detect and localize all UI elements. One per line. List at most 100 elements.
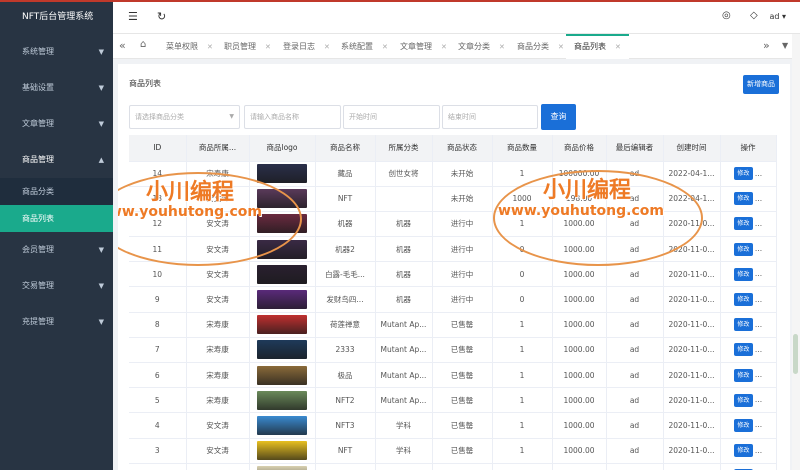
cell-actions: 修改... (720, 337, 777, 364)
add-goods-button[interactable]: 新增商品 (743, 75, 779, 94)
tag-icon[interactable]: ◇ (750, 10, 758, 21)
more-actions[interactable]: ... (755, 320, 762, 329)
sidebar: NFT后台管理系统 系统管理 ▼ 基础设置 ▼ 文章管理 ▼ 商品管理 ▲ 商品… (0, 0, 113, 470)
more-actions[interactable]: ... (755, 194, 762, 203)
cell-name: 荷莲禅意 (315, 312, 376, 338)
table-row: 7 宋寿康 2333 Mutant Ap... 已售罄 1 1000.00 ad 2020-11… (129, 337, 777, 364)
edit-button[interactable]: 修改 (733, 293, 753, 307)
more-actions[interactable]: ... (755, 295, 762, 304)
close-icon[interactable]: ✕ (382, 43, 388, 51)
cell-actions: 修改... (720, 186, 777, 212)
sidebar-item-system[interactable]: 系统管理 ▼ (0, 34, 113, 70)
edit-button[interactable]: 修改 (733, 444, 753, 458)
cell-status: 进行中 (432, 261, 493, 288)
close-icon[interactable]: ✕ (558, 43, 564, 51)
more-actions[interactable]: ... (755, 219, 762, 228)
watermark-title-left: 小川编程 (146, 180, 235, 205)
hamburger-icon[interactable]: ☰ (128, 10, 138, 23)
cell-status: 已售罄 (432, 312, 493, 338)
cell-name: 白露-毛毛... (315, 261, 376, 288)
more-actions[interactable]: ... (755, 345, 762, 354)
sidebar-item-goods[interactable]: 商品管理 ▲ (0, 142, 113, 178)
start-time-input[interactable]: 开始时间 (343, 105, 440, 129)
close-icon[interactable]: ✕ (207, 43, 213, 51)
cell-owner: 宋寿康 (186, 337, 250, 364)
sidebar-item-basic-settings[interactable]: 基础设置 ▼ (0, 70, 113, 106)
more-actions[interactable]: ... (755, 244, 762, 253)
cell-editor: ad (606, 463, 664, 470)
refresh-icon[interactable]: ↻ (157, 10, 166, 23)
tab-goods-list[interactable]: 商品列表 ✕ (566, 34, 629, 59)
edit-button[interactable]: 修改 (733, 217, 753, 231)
close-icon[interactable]: ✕ (265, 43, 271, 51)
col-header-id: ID (129, 135, 187, 162)
tab-login-log[interactable]: 登录日志 ✕ (275, 34, 338, 59)
cell-created: 2020-11-0... (663, 261, 721, 288)
close-icon[interactable]: ✕ (324, 43, 330, 51)
sidebar-item-goods-category[interactable]: 商品分类 (0, 178, 113, 205)
cell-editor: ad (606, 312, 664, 338)
goods-logo-image (257, 441, 307, 461)
sidebar-item-goods-list[interactable]: 商品列表 (0, 205, 113, 232)
edit-button[interactable]: 修改 (733, 167, 753, 181)
edit-button[interactable]: 修改 (733, 242, 753, 256)
cell-actions: 修改... (720, 236, 777, 263)
query-button[interactable]: 查询 (541, 104, 576, 130)
cell-status: 已售罄 (432, 387, 493, 414)
tab-staff[interactable]: 职员管理 ✕ (216, 34, 279, 59)
end-time-input[interactable]: 结束时间 (442, 105, 538, 129)
sidebar-item-members[interactable]: 会员管理 ▼ (0, 232, 113, 268)
cell-logo (249, 261, 316, 288)
user-menu[interactable]: ad ▾ (769, 12, 786, 21)
edit-button[interactable]: 修改 (733, 368, 753, 382)
more-actions[interactable]: ... (755, 420, 762, 429)
goods-logo-image (257, 340, 307, 360)
cell-name: NFT3 (315, 412, 376, 439)
palette-icon[interactable]: ◎ (722, 10, 731, 21)
tab-articles[interactable]: 文章管理 ✕ (392, 34, 455, 59)
sidebar-item-articles[interactable]: 文章管理 ▼ (0, 106, 113, 142)
goods-name-input[interactable]: 请输入商品名称 (244, 105, 341, 129)
tab-article-category[interactable]: 文章分类 ✕ (450, 34, 513, 59)
goods-list-card: 商品列表 新增商品 请选择商品分类 ▼ 请输入商品名称 开始时间 结束时间 查询… (118, 64, 790, 470)
cell-category: 学科 (375, 463, 433, 470)
sidebar-item-trades[interactable]: 交易管理 ▼ (0, 268, 113, 304)
table-row: 6 宋寿康 极品 Mutant Ap... 已售罄 1 1000.00 ad 2020-11-0… (129, 362, 777, 389)
table-row: 4 安文涛 NFT3 学科 已售罄 1 1000.00 ad 2020-11-0... 修改... (129, 412, 777, 439)
edit-button[interactable]: 修改 (733, 318, 753, 332)
cell-category: 创世女将 (375, 161, 433, 187)
more-actions[interactable]: ... (755, 370, 762, 379)
close-icon[interactable]: ✕ (499, 43, 505, 51)
edit-button[interactable]: 修改 (733, 343, 753, 357)
cell-name: NFT (315, 438, 376, 464)
cell-created: 2022-04-1... (663, 161, 721, 187)
edit-button[interactable]: 修改 (733, 192, 753, 206)
chevron-down-icon[interactable]: ▼ (782, 41, 788, 50)
category-select[interactable]: 请选择商品分类 ▼ (129, 105, 240, 129)
watermark-url-left: www.youhutong.com (118, 204, 262, 220)
scroll-left-icon[interactable]: « (119, 39, 126, 52)
scroll-right-icon[interactable]: » (763, 39, 770, 52)
cell-logo (249, 362, 316, 389)
tab-goods-category[interactable]: 商品分类 ✕ (509, 34, 572, 59)
tab-menu-permission[interactable]: 菜单权限 ✕ (158, 34, 221, 59)
sidebar-item-deposit-withdraw[interactable]: 充提管理 ▼ (0, 304, 113, 340)
home-icon[interactable]: ⌂ (140, 39, 146, 50)
tab-system-config[interactable]: 系统配置 ✕ (333, 34, 396, 59)
close-icon[interactable]: ✕ (441, 43, 447, 51)
more-actions[interactable]: ... (755, 269, 762, 278)
col-header-status: 商品状态 (432, 135, 493, 162)
more-actions[interactable]: ... (755, 169, 762, 178)
close-icon[interactable]: ✕ (615, 43, 621, 51)
cell-category: Mutant Ap... (375, 387, 433, 414)
edit-button[interactable]: 修改 (733, 418, 753, 432)
cell-quantity: 0 (492, 261, 553, 288)
edit-button[interactable]: 修改 (733, 393, 753, 407)
edit-button[interactable]: 修改 (733, 267, 753, 281)
scrollbar-thumb[interactable] (793, 334, 798, 374)
more-actions[interactable]: ... (755, 395, 762, 404)
cell-status: 进行中 (432, 286, 493, 313)
page-scrollbar[interactable] (792, 34, 800, 470)
more-actions[interactable]: ... (755, 446, 762, 455)
cell-actions: 修改... (720, 286, 777, 313)
